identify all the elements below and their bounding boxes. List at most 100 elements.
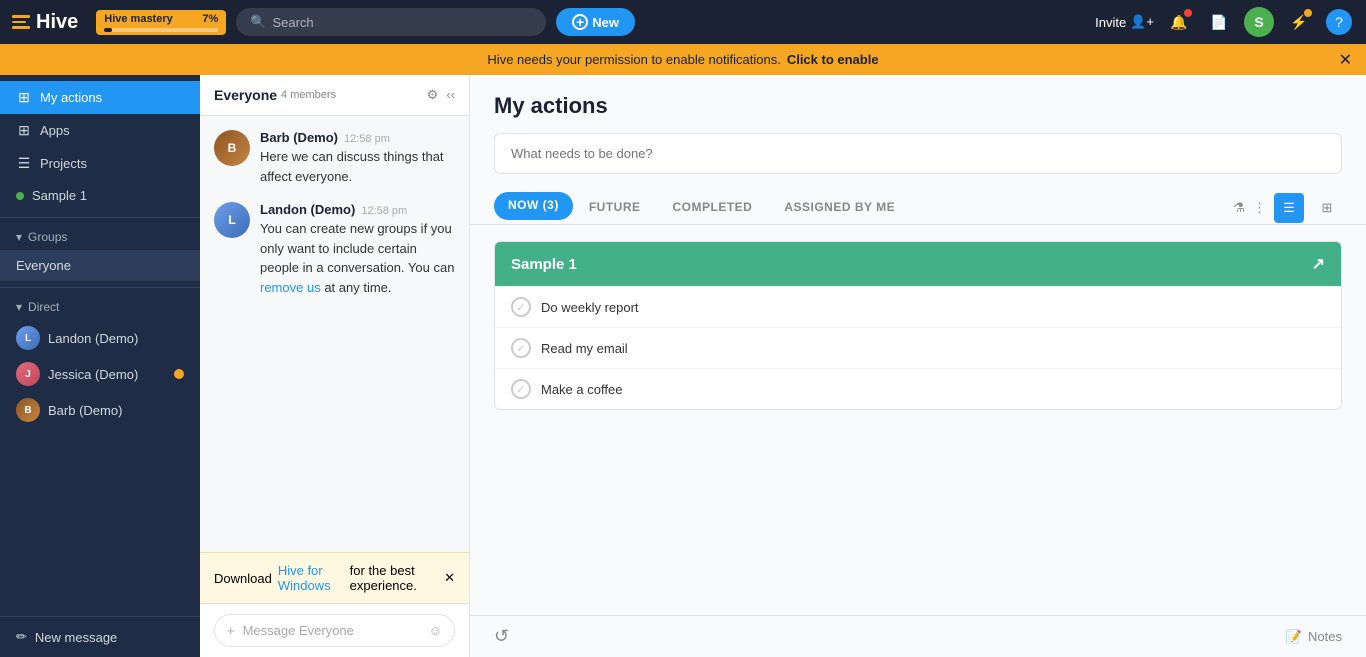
new-button-icon: +: [572, 14, 588, 30]
new-message-button[interactable]: ✏ New message: [16, 629, 184, 645]
undo-button[interactable]: ↺: [494, 626, 509, 647]
mastery-label: Hive mastery: [104, 13, 173, 25]
tab-completed[interactable]: COMPLETED: [657, 192, 769, 224]
barb-avatar: B: [16, 398, 40, 422]
sidebar-item-projects[interactable]: ☰ Projects: [0, 147, 200, 180]
landon-msg-content: Landon (Demo) 12:58 pm You can create ne…: [260, 202, 455, 297]
download-text2: for the best experience.: [350, 563, 438, 593]
compose-icon: ✏: [16, 629, 27, 645]
projects-icon: ☰: [16, 155, 32, 172]
new-button[interactable]: + New: [556, 8, 635, 36]
tab-future[interactable]: FUTURE: [573, 192, 657, 224]
jessica-unread-badge: [174, 369, 184, 379]
remove-us-link[interactable]: remove us: [260, 280, 321, 295]
project-group-sample1: Sample 1 ↗ ✓ Do weekly report ✓ Read my …: [494, 241, 1342, 410]
jessica-avatar: J: [16, 362, 40, 386]
middle-panel: Everyone 4 members ⚙ ‹‹ B Barb (Demo) 12…: [200, 75, 470, 657]
sidebar-item-barb[interactable]: B Barb (Demo): [0, 392, 200, 428]
sample1-dot: [16, 192, 24, 200]
right-content: Sample 1 ↗ ✓ Do weekly report ✓ Read my …: [470, 225, 1366, 615]
landon-msg-header: Landon (Demo) 12:58 pm: [260, 202, 455, 217]
invite-icon: 👤+: [1130, 14, 1154, 30]
groups-label: Groups: [28, 230, 67, 244]
sidebar-direct-header[interactable]: ▾ Direct: [0, 294, 200, 320]
logo: Hive: [12, 11, 78, 34]
landon-msg-avatar: L: [214, 202, 250, 238]
channel-actions: ⚙ ‹‹: [427, 87, 455, 103]
banner-close[interactable]: ✕: [1339, 50, 1352, 70]
task-check-0[interactable]: ✓: [511, 297, 531, 317]
grid-view-button[interactable]: ⊞: [1312, 193, 1342, 223]
invite-button[interactable]: Invite 👤+: [1095, 14, 1154, 30]
help-icon: ?: [1326, 9, 1352, 35]
sidebar-item-projects-label: Projects: [40, 156, 87, 171]
plus-icon[interactable]: +: [227, 623, 235, 638]
sidebar-item-sample1[interactable]: Sample 1: [0, 180, 200, 211]
new-message-label: New message: [35, 630, 117, 645]
new-button-label: New: [592, 15, 619, 30]
sidebar-item-apps[interactable]: ⊞ Apps: [0, 114, 200, 147]
barb-msg-text: Here we can discuss things that affect e…: [260, 147, 455, 186]
filter-icon[interactable]: ⚗: [1233, 200, 1245, 216]
list-view-button[interactable]: ☰: [1274, 193, 1304, 223]
task-label-2: Make a coffee: [541, 382, 622, 397]
mastery-bar-bg: [104, 28, 218, 32]
barb-msg-content: Barb (Demo) 12:58 pm Here we can discuss…: [260, 130, 455, 186]
chevron-down-icon: ▾: [16, 230, 22, 244]
chevron-down-icon-2: ▾: [16, 300, 22, 314]
tab-assigned-by-me[interactable]: ASSIGNED BY ME: [768, 192, 911, 224]
sidebar-item-jessica[interactable]: J Jessica (Demo): [0, 356, 200, 392]
search-box[interactable]: 🔍 Search: [236, 8, 546, 36]
project-expand-icon[interactable]: ↗: [1312, 254, 1325, 274]
sidebar-item-everyone-label: Everyone: [16, 258, 71, 273]
notification-badge: [1184, 9, 1192, 17]
sidebar: ⊞ My actions ⊞ Apps ☰ Projects Sample 1 …: [0, 75, 200, 657]
notifications-button[interactable]: 🔔: [1164, 7, 1194, 37]
channel-name: Everyone: [214, 87, 277, 103]
download-link[interactable]: Hive for Windows: [278, 563, 344, 593]
search-icon: 🔍: [250, 14, 266, 30]
task-row-0: ✓ Do weekly report: [495, 286, 1341, 327]
sidebar-divider-1: [0, 217, 200, 218]
sidebar-item-everyone[interactable]: Everyone: [0, 250, 200, 281]
mastery-badge: Hive mastery 7%: [96, 10, 226, 35]
help-button[interactable]: ?: [1324, 7, 1354, 37]
message-input-placeholder: Message Everyone: [243, 623, 421, 638]
home-icon: ⊞: [16, 89, 32, 106]
download-close[interactable]: ✕: [444, 570, 455, 586]
emoji-icon[interactable]: ☺: [429, 623, 442, 638]
notes-button[interactable]: 📝 Notes: [1286, 629, 1342, 645]
documents-button[interactable]: 📄: [1204, 7, 1234, 37]
member-count: 4 members: [281, 89, 336, 101]
settings-icon[interactable]: ⚙: [427, 87, 439, 103]
document-icon: 📄: [1210, 14, 1227, 31]
banner-link[interactable]: Click to enable: [787, 52, 879, 67]
tab-actions: ⚗ ⋮ ☰ ⊞: [1233, 193, 1342, 223]
user-avatar[interactable]: S: [1244, 7, 1274, 37]
activity-button[interactable]: ⚡: [1284, 7, 1314, 37]
mastery-bar-fill: [104, 28, 112, 32]
sidebar-item-my-actions[interactable]: ⊞ My actions: [0, 81, 200, 114]
notes-label: Notes: [1308, 629, 1342, 644]
task-check-2[interactable]: ✓: [511, 379, 531, 399]
barb-msg-avatar: B: [214, 130, 250, 166]
more-options-icon[interactable]: ⋮: [1253, 200, 1266, 216]
sidebar-groups-header[interactable]: ▾ Groups: [0, 224, 200, 250]
landon-msg-time: 12:58 pm: [361, 205, 407, 217]
logo-text: Hive: [36, 11, 78, 34]
collapse-icon[interactable]: ‹‹: [446, 87, 455, 103]
message-input-row[interactable]: + Message Everyone ☺: [214, 614, 455, 647]
landon-msg-text: You can create new groups if you only wa…: [260, 219, 455, 297]
task-check-1[interactable]: ✓: [511, 338, 531, 358]
download-bar: Download Hive for Windows for the best e…: [200, 552, 469, 603]
right-footer: ↺ 📝 Notes: [470, 615, 1366, 657]
message-row-landon: L Landon (Demo) 12:58 pm You can create …: [214, 202, 455, 297]
sidebar-divider-2: [0, 287, 200, 288]
project-header: Sample 1 ↗: [495, 242, 1341, 286]
tab-now[interactable]: NOW (3): [494, 192, 573, 220]
main-layout: ⊞ My actions ⊞ Apps ☰ Projects Sample 1 …: [0, 75, 1366, 657]
tabs-row: NOW (3) FUTURE COMPLETED ASSIGNED BY ME …: [470, 184, 1366, 225]
sidebar-item-landon[interactable]: L Landon (Demo): [0, 320, 200, 356]
sidebar-footer: ✏ New message: [0, 616, 200, 657]
task-input[interactable]: [494, 133, 1342, 174]
